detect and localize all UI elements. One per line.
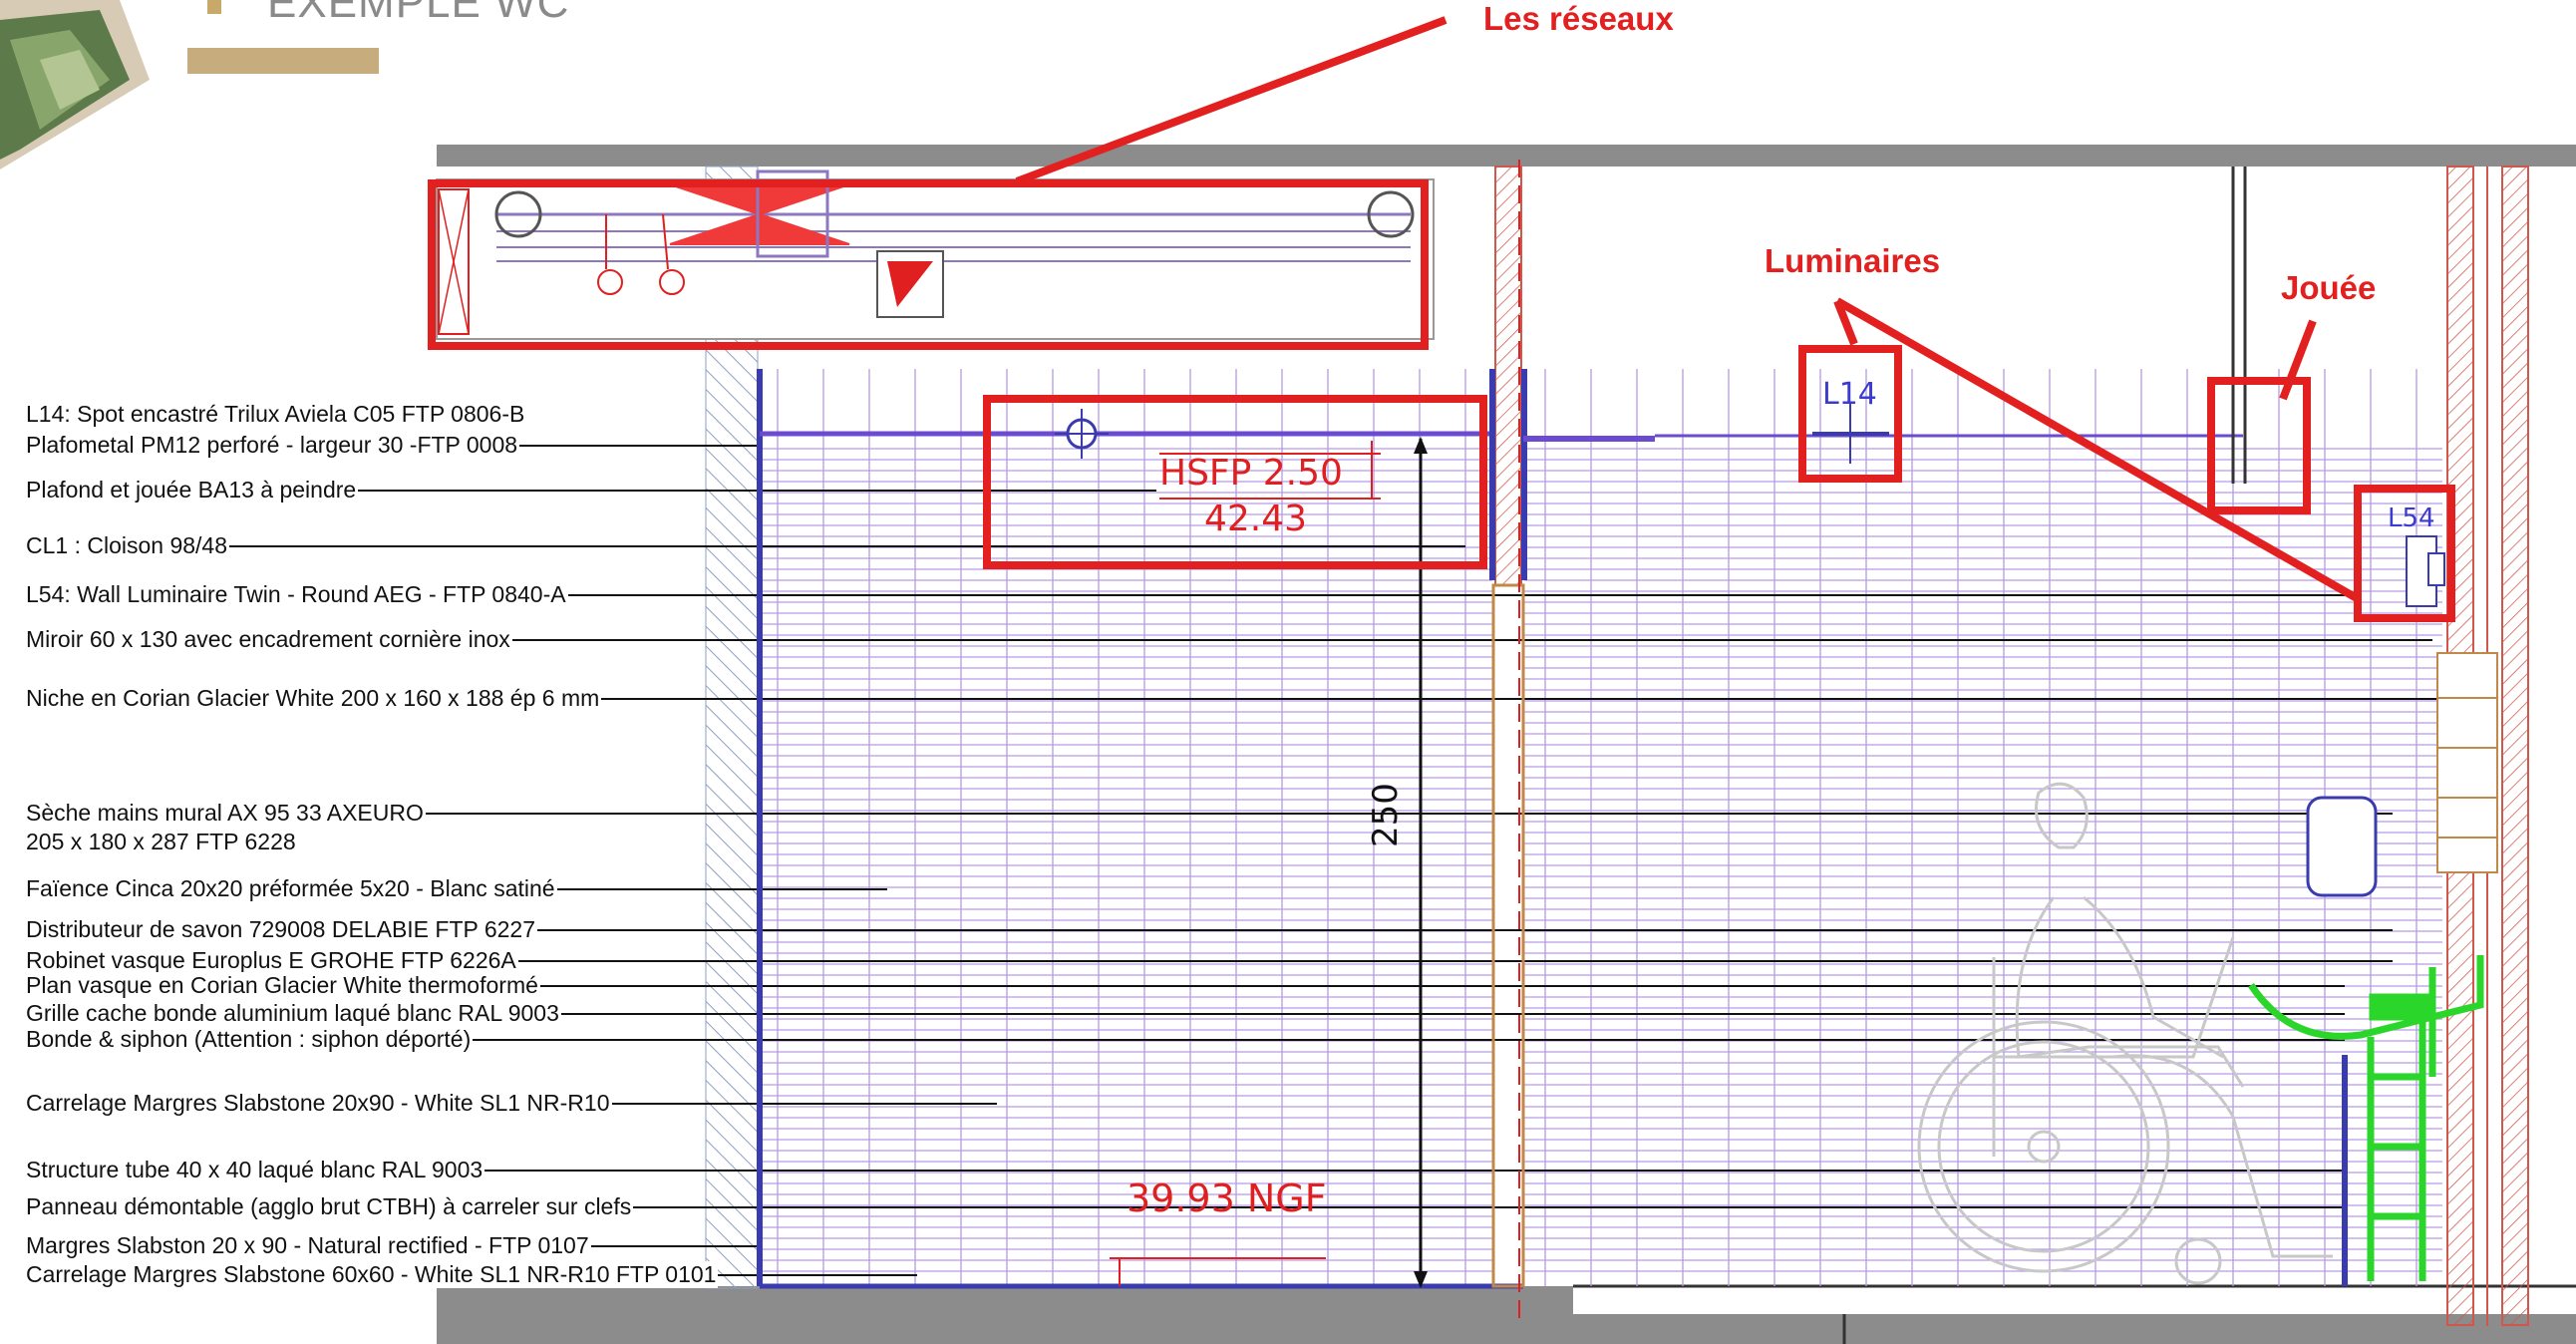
central-partition (1494, 166, 1522, 586)
callout-luminaires: Luminaires (1765, 242, 1941, 279)
legend-label: 205 x 180 x 287 FTP 6228 (26, 829, 298, 855)
legend-label: Bonde & siphon (Attention : siphon dépor… (26, 1026, 474, 1053)
label-leader-lines (229, 414, 2442, 1276)
legend-label: Carrelage Margres Slabstone 20x90 - Whit… (26, 1090, 612, 1117)
ceiling-slab (437, 145, 2576, 167)
mirror (2306, 796, 2378, 897)
legend-label: Carrelage Margres Slabstone 60x60 - Whit… (26, 1261, 719, 1288)
legend-label: Structure tube 40 x 40 laqué blanc RAL 9… (26, 1157, 485, 1183)
legend-label: Plafond et jouée BA13 à peindre (26, 477, 359, 504)
tag-l54: L54 (2388, 504, 2435, 533)
title-bullet (207, 0, 221, 14)
legend-label: Distributeur de savon 729008 DELABIE FTP… (26, 916, 537, 943)
legend-label: Margres Slabston 20 x 90 - Natural recti… (26, 1232, 591, 1259)
wc-elevation-drawing (229, 16, 2576, 1344)
tag-l14: L14 (1822, 377, 1877, 412)
level-hsfp-value: 42.43 (1204, 499, 1308, 539)
floor-slab-right (1573, 1314, 2576, 1344)
legend-label: Sèche mains mural AX 95 33 AXEURO (26, 800, 426, 827)
slide-title: EXEMPLE WC (267, 0, 570, 27)
height-dimension: 250 (1366, 783, 1406, 847)
legend-label: L54: Wall Luminaire Twin - Round AEG - F… (26, 581, 568, 608)
legend-label: L14: Spot encastré Trilux Aviela C05 FTP… (26, 401, 527, 428)
corner-image (0, 0, 160, 169)
floor-slab (437, 1286, 1573, 1344)
legend-label: Niche en Corian Glacier White 200 x 160 … (26, 685, 602, 712)
level-hsfp-label: HSFP 2.50 (1159, 453, 1343, 494)
legend-label: Plan vasque en Corian Glacier White ther… (26, 972, 540, 999)
legend-label: Plafometal PM12 perforé - largeur 30 -FT… (26, 432, 520, 459)
legend-label: Robinet vasque Europlus E GROHE FTP 6226… (26, 947, 518, 974)
legend-label: Miroir 60 x 130 avec encadrement cornièr… (26, 626, 512, 653)
legend-label: Panneau démontable (agglo brut CTBH) à c… (26, 1193, 634, 1220)
callout-jouee: Jouée (2281, 269, 2377, 306)
legend-label: CL1 : Cloison 98/48 (26, 532, 230, 559)
title-accent-bar (187, 48, 379, 74)
callout-reseaux: Les réseaux (1483, 0, 1674, 37)
legend-label: Faïence Cinca 20x20 préformée 5x20 - Bla… (26, 875, 557, 902)
legend-label: Grille cache bonde aluminium laqué blanc… (26, 1000, 561, 1027)
level-floor-label: 39.93 NGF (1127, 1176, 1327, 1220)
